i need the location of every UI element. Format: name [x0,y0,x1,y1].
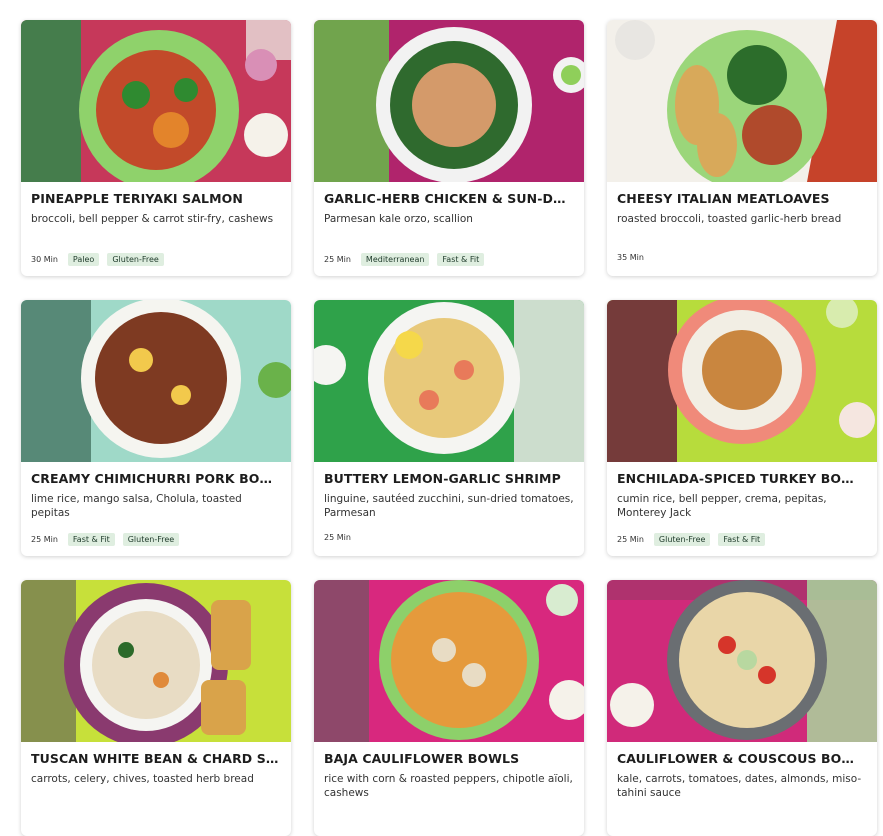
recipe-card[interactable]: TUSCAN WHITE BEAN & CHARD SOUP carrots, … [21,580,291,836]
recipe-image[interactable] [607,300,877,462]
cook-time: 25 Min [324,533,351,542]
cook-time: 30 Min [31,255,58,264]
cook-time: 25 Min [617,535,644,544]
recipe-image[interactable] [21,300,291,462]
cook-time: 25 Min [324,255,351,264]
recipe-subtitle: Parmesan kale orzo, scallion [324,213,473,225]
recipe-image[interactable] [607,20,877,182]
recipe-image[interactable] [314,300,584,462]
recipe-card[interactable]: CAULIFLOWER & COUSCOUS BOWLS kale, carro… [607,580,877,836]
cook-time: 25 Min [31,535,58,544]
diet-tag: Gluten-Free [122,533,180,546]
recipe-card[interactable]: GARLIC-HERB CHICKEN & SUN-DRIED ... Parm… [314,20,584,276]
recipe-meta: 30 Min Paleo Gluten-Free [31,253,172,266]
recipe-title[interactable]: ENCHILADA-SPICED TURKEY BOWLS [617,471,867,486]
recipe-meta: 35 Min [617,253,654,262]
recipe-meta: 25 Min Gluten-Free Fast & Fit [617,533,773,546]
recipe-title[interactable]: TUSCAN WHITE BEAN & CHARD SOUP [31,751,281,766]
recipe-subtitle: broccoli, bell pepper & carrot stir-fry,… [31,213,274,225]
recipe-subtitle: carrots, celery, chives, toasted herb br… [31,773,254,785]
recipe-image[interactable] [21,580,291,742]
diet-tag: Fast & Fit [718,533,766,546]
recipe-card[interactable]: CREAMY CHIMICHURRI PORK BOWLS lime rice,… [21,300,291,556]
diet-tag: Fast & Fit [67,533,115,546]
recipe-title[interactable]: CREAMY CHIMICHURRI PORK BOWLS [31,471,281,486]
diet-tag: Gluten-Free [653,533,711,546]
recipe-image[interactable] [607,580,877,742]
recipe-card[interactable]: ENCHILADA-SPICED TURKEY BOWLS cumin rice… [607,300,877,556]
recipe-card[interactable]: BUTTERY LEMON-GARLIC SHRIMP linguine, sa… [314,300,584,556]
recipe-meta: 25 Min Fast & Fit Gluten-Free [31,533,187,546]
recipe-title[interactable]: BAJA CAULIFLOWER BOWLS [324,751,574,766]
recipe-meta: 25 Min Mediterranean Fast & Fit [324,253,492,266]
recipe-grid: PINEAPPLE TERIYAKI SALMON broccoli, bell… [0,0,883,836]
recipe-title[interactable]: BUTTERY LEMON-GARLIC SHRIMP [324,471,574,486]
recipe-card[interactable]: PINEAPPLE TERIYAKI SALMON broccoli, bell… [21,20,291,276]
recipe-image[interactable] [314,20,584,182]
recipe-subtitle: roasted broccoli, toasted garlic-herb br… [617,213,842,225]
recipe-image[interactable] [21,20,291,182]
recipe-title[interactable]: CHEESY ITALIAN MEATLOAVES [617,191,867,206]
recipe-image[interactable] [314,580,584,742]
recipe-title[interactable]: PINEAPPLE TERIYAKI SALMON [31,191,281,206]
cook-time: 35 Min [617,253,644,262]
recipe-meta: 25 Min [324,533,361,542]
recipe-subtitle: cumin rice, bell pepper, crema, pepitas,… [617,493,827,519]
recipe-subtitle: kale, carrots, tomatoes, dates, almonds,… [617,773,862,799]
recipe-title[interactable]: CAULIFLOWER & COUSCOUS BOWLS [617,751,867,766]
recipe-subtitle: rice with corn & roasted peppers, chipot… [324,773,573,799]
recipe-title[interactable]: GARLIC-HERB CHICKEN & SUN-DRIED ... [324,191,574,206]
diet-tag: Paleo [67,253,100,266]
diet-tag: Gluten-Free [107,253,164,266]
recipe-subtitle: lime rice, mango salsa, Cholula, toasted… [31,493,242,519]
recipe-card[interactable]: CHEESY ITALIAN MEATLOAVES roasted brocco… [607,20,877,276]
recipe-card[interactable]: BAJA CAULIFLOWER BOWLS rice with corn & … [314,580,584,836]
recipe-subtitle: linguine, sautéed zucchini, sun-dried to… [324,493,574,519]
diet-tag: Fast & Fit [437,253,485,266]
diet-tag: Mediterranean [360,253,430,266]
